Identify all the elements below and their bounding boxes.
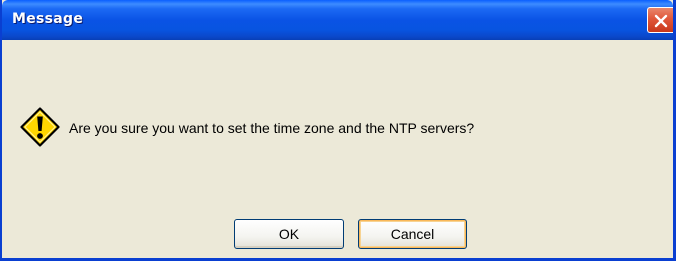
cancel-button[interactable]: Cancel (358, 219, 467, 249)
close-button[interactable] (647, 7, 673, 33)
ok-button[interactable]: OK (234, 219, 344, 249)
dialog-content: Are you sure you want to set the time zo… (2, 40, 673, 258)
title-bar[interactable]: Message (2, 0, 673, 40)
warning-exclamation-icon (20, 107, 60, 147)
close-icon (654, 14, 668, 28)
message-dialog: Message Are you sure you want to set the… (0, 0, 676, 261)
message-text: Are you sure you want to set the time zo… (69, 120, 475, 136)
window-title: Message (12, 11, 84, 27)
